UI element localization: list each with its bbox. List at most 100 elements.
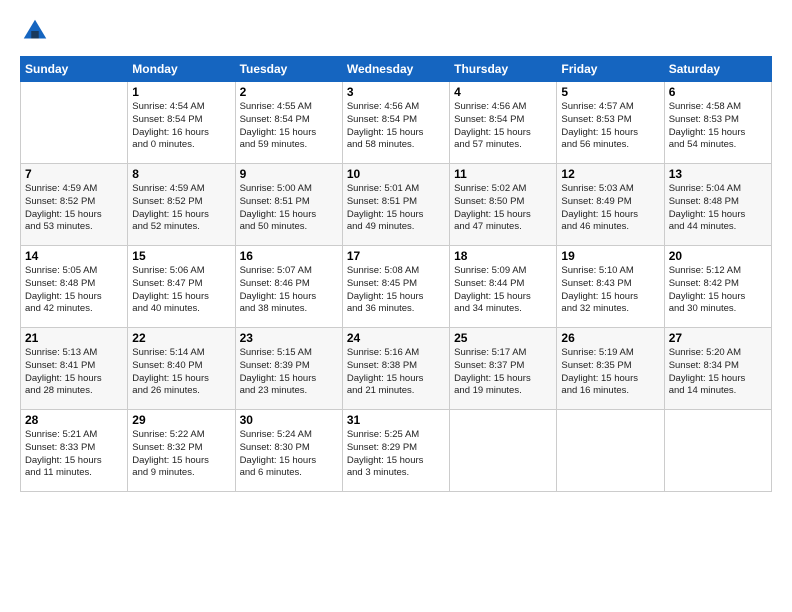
calendar-cell: 16 Sunrise: 5:07 AMSunset: 8:46 PMDayligh… [235,246,342,328]
day-number: 30 [240,413,338,427]
header-row: SundayMondayTuesdayWednesdayThursdayFrid… [21,57,772,82]
header-day-friday: Friday [557,57,664,82]
day-info: Sunrise: 4:54 AMSunset: 8:54 PMDaylight:… [132,101,230,152]
day-info: Sunrise: 5:06 AMSunset: 8:47 PMDaylight:… [132,265,230,316]
calendar-cell: 25Sunrise: 5:17 AMSunset: 8:37 PMDayligh… [450,328,557,410]
day-info: Sunrise: 5:20 AMSunset: 8:34 PMDaylight:… [669,347,767,398]
day-info: Sunrise: 5:03 AMSunset: 8:49 PMDaylight:… [561,183,659,234]
calendar-cell: 2 Sunrise: 4:55 AMSunset: 8:54 PMDaylight… [235,82,342,164]
calendar-cell: 22Sunrise: 5:14 AMSunset: 8:40 PMDayligh… [128,328,235,410]
logo-icon [20,16,50,46]
day-number: 29 [132,413,230,427]
calendar-cell: 31 Sunrise: 5:25 AMSunset: 8:29 PMDayligh… [342,410,449,492]
week-row-4: 21 Sunrise: 5:13 AMSunset: 8:41 PMDayligh… [21,328,772,410]
day-number: 24 [347,331,445,345]
day-number: 1 [132,85,230,99]
week-row-2: 7 Sunrise: 4:59 AMSunset: 8:52 PMDaylight… [21,164,772,246]
day-number: 19 [561,249,659,263]
day-number: 21 [25,331,123,345]
day-info: Sunrise: 5:25 AMSunset: 8:29 PMDaylight:… [347,429,445,480]
day-number: 11 [454,167,552,181]
day-info: Sunrise: 5:22 AMSunset: 8:32 PMDaylight:… [132,429,230,480]
calendar-cell: 20 Sunrise: 5:12 AMSunset: 8:42 PMDayligh… [664,246,771,328]
calendar-cell: 21 Sunrise: 5:13 AMSunset: 8:41 PMDayligh… [21,328,128,410]
calendar-cell: 10 Sunrise: 5:01 AMSunset: 8:51 PMDayligh… [342,164,449,246]
calendar-cell [450,410,557,492]
day-number: 10 [347,167,445,181]
day-number: 25 [454,331,552,345]
day-number: 5 [561,85,659,99]
calendar-cell: 9 Sunrise: 5:00 AMSunset: 8:51 PMDaylight… [235,164,342,246]
calendar-cell: 7 Sunrise: 4:59 AMSunset: 8:52 PMDaylight… [21,164,128,246]
calendar-cell [664,410,771,492]
header-day-saturday: Saturday [664,57,771,82]
day-number: 16 [240,249,338,263]
week-row-1: 1 Sunrise: 4:54 AMSunset: 8:54 PMDaylight… [21,82,772,164]
header-day-thursday: Thursday [450,57,557,82]
day-info: Sunrise: 4:57 AMSunset: 8:53 PMDaylight:… [561,101,659,152]
day-number: 14 [25,249,123,263]
calendar-cell: 15 Sunrise: 5:06 AMSunset: 8:47 PMDayligh… [128,246,235,328]
calendar-cell: 4 Sunrise: 4:56 AMSunset: 8:54 PMDaylight… [450,82,557,164]
day-number: 3 [347,85,445,99]
day-number: 26 [561,331,659,345]
day-info: Sunrise: 5:13 AMSunset: 8:41 PMDaylight:… [25,347,123,398]
day-info: Sunrise: 5:04 AMSunset: 8:48 PMDaylight:… [669,183,767,234]
day-info: Sunrise: 4:56 AMSunset: 8:54 PMDaylight:… [454,101,552,152]
day-number: 23 [240,331,338,345]
day-number: 15 [132,249,230,263]
day-number: 8 [132,167,230,181]
day-number: 2 [240,85,338,99]
day-info: Sunrise: 5:08 AMSunset: 8:45 PMDaylight:… [347,265,445,316]
day-info: Sunrise: 5:01 AMSunset: 8:51 PMDaylight:… [347,183,445,234]
day-number: 27 [669,331,767,345]
calendar-cell: 12 Sunrise: 5:03 AMSunset: 8:49 PMDayligh… [557,164,664,246]
day-number: 13 [669,167,767,181]
week-row-3: 14Sunrise: 5:05 AMSunset: 8:48 PMDayligh… [21,246,772,328]
week-row-5: 28Sunrise: 5:21 AMSunset: 8:33 PMDayligh… [21,410,772,492]
day-info: Sunrise: 4:56 AMSunset: 8:54 PMDaylight:… [347,101,445,152]
calendar-cell: 26 Sunrise: 5:19 AMSunset: 8:35 PMDayligh… [557,328,664,410]
day-info: Sunrise: 4:59 AMSunset: 8:52 PMDaylight:… [132,183,230,234]
day-number: 22 [132,331,230,345]
calendar-cell: 17 Sunrise: 5:08 AMSunset: 8:45 PMDayligh… [342,246,449,328]
day-info: Sunrise: 5:10 AMSunset: 8:43 PMDaylight:… [561,265,659,316]
calendar-cell: 8 Sunrise: 4:59 AMSunset: 8:52 PMDaylight… [128,164,235,246]
header-day-sunday: Sunday [21,57,128,82]
calendar-cell: 5 Sunrise: 4:57 AMSunset: 8:53 PMDaylight… [557,82,664,164]
day-number: 9 [240,167,338,181]
calendar-table: SundayMondayTuesdayWednesdayThursdayFrid… [20,56,772,492]
page-container: SundayMondayTuesdayWednesdayThursdayFrid… [0,0,792,502]
day-info: Sunrise: 5:24 AMSunset: 8:30 PMDaylight:… [240,429,338,480]
day-number: 31 [347,413,445,427]
day-number: 18 [454,249,552,263]
day-info: Sunrise: 5:15 AMSunset: 8:39 PMDaylight:… [240,347,338,398]
day-info: Sunrise: 5:19 AMSunset: 8:35 PMDaylight:… [561,347,659,398]
header-day-monday: Monday [128,57,235,82]
day-info: Sunrise: 4:59 AMSunset: 8:52 PMDaylight:… [25,183,123,234]
day-number: 12 [561,167,659,181]
day-number: 7 [25,167,123,181]
day-info: Sunrise: 5:12 AMSunset: 8:42 PMDaylight:… [669,265,767,316]
day-info: Sunrise: 4:55 AMSunset: 8:54 PMDaylight:… [240,101,338,152]
day-info: Sunrise: 5:16 AMSunset: 8:38 PMDaylight:… [347,347,445,398]
calendar-cell: 3 Sunrise: 4:56 AMSunset: 8:54 PMDaylight… [342,82,449,164]
calendar-cell: 29 Sunrise: 5:22 AMSunset: 8:32 PMDayligh… [128,410,235,492]
calendar-cell: 18Sunrise: 5:09 AMSunset: 8:44 PMDayligh… [450,246,557,328]
day-info: Sunrise: 5:02 AMSunset: 8:50 PMDaylight:… [454,183,552,234]
day-info: Sunrise: 5:00 AMSunset: 8:51 PMDaylight:… [240,183,338,234]
day-info: Sunrise: 5:07 AMSunset: 8:46 PMDaylight:… [240,265,338,316]
calendar-cell: 24 Sunrise: 5:16 AMSunset: 8:38 PMDayligh… [342,328,449,410]
day-number: 20 [669,249,767,263]
calendar-cell: 30 Sunrise: 5:24 AMSunset: 8:30 PMDayligh… [235,410,342,492]
header-day-wednesday: Wednesday [342,57,449,82]
day-number: 17 [347,249,445,263]
day-number: 4 [454,85,552,99]
header [20,16,772,46]
logo [20,16,52,46]
calendar-cell [21,82,128,164]
header-day-tuesday: Tuesday [235,57,342,82]
calendar-cell: 13 Sunrise: 5:04 AMSunset: 8:48 PMDayligh… [664,164,771,246]
calendar-cell: 27 Sunrise: 5:20 AMSunset: 8:34 PMDayligh… [664,328,771,410]
calendar-cell: 11 Sunrise: 5:02 AMSunset: 8:50 PMDayligh… [450,164,557,246]
